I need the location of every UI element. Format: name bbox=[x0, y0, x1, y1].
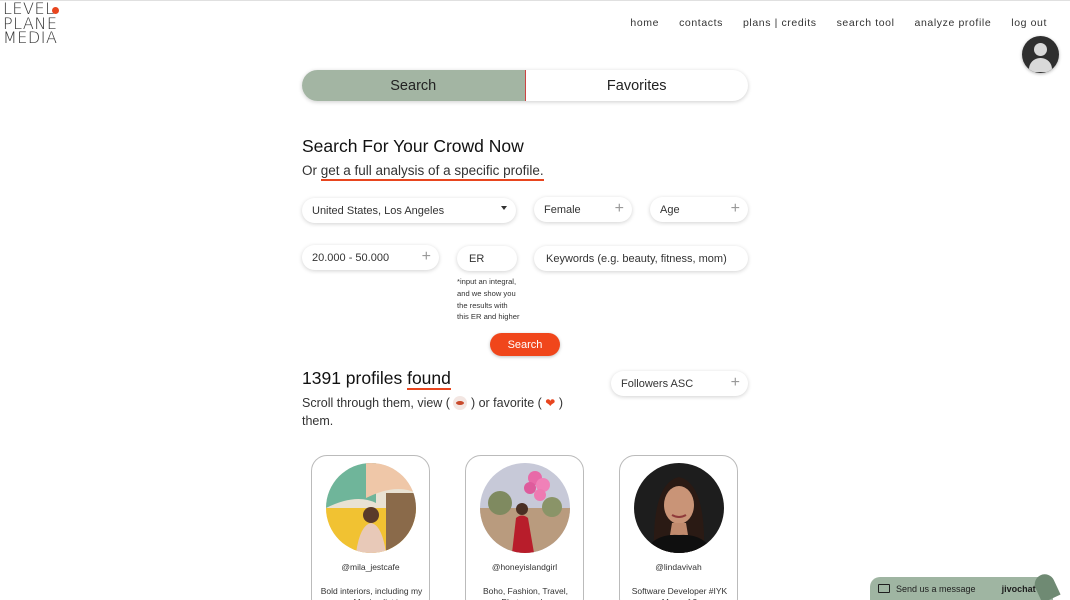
subheading: Or get a full analysis of a specific pro… bbox=[302, 163, 544, 181]
eye-icon bbox=[453, 396, 468, 410]
profile-bio: Boho, Fashion, Travel, Photography bbox=[482, 586, 569, 600]
gender-value: Female bbox=[544, 203, 581, 216]
chat-widget[interactable]: Send us a message jivochat bbox=[870, 577, 1053, 600]
chevron-down-icon bbox=[501, 206, 507, 210]
sort-select[interactable]: Followers ASC + bbox=[611, 371, 748, 396]
followers-value: 20.000 - 50.000 bbox=[312, 251, 390, 264]
gender-filter[interactable]: Female + bbox=[534, 197, 632, 222]
location-value: United States, Los Angeles bbox=[312, 204, 445, 217]
sort-value: Followers ASC bbox=[621, 377, 694, 390]
profile-handle: @mila_jestcafe bbox=[341, 562, 400, 572]
user-avatar-icon[interactable] bbox=[1022, 36, 1059, 73]
results-hint: Scroll through them, view ( ) or favorit… bbox=[302, 394, 592, 430]
search-button[interactable]: Search bbox=[490, 333, 560, 356]
profile-handle: @honeyislandgirl bbox=[491, 562, 558, 572]
profile-photo[interactable] bbox=[326, 463, 416, 553]
results-count: 1391 profiles found bbox=[302, 368, 451, 390]
search-favorites-tabs: Search Favorites bbox=[302, 70, 748, 101]
plus-icon: + bbox=[730, 200, 740, 217]
keywords-input[interactable]: Keywords (e.g. beauty, fitness, mom) bbox=[534, 246, 748, 271]
age-value: Age bbox=[660, 203, 680, 216]
age-filter[interactable]: Age + bbox=[650, 197, 748, 222]
location-select[interactable]: United States, Los Angeles bbox=[302, 198, 516, 223]
followers-filter[interactable]: 20.000 - 50.000 + bbox=[302, 245, 439, 270]
profile-card[interactable]: @mila_jestcafe Bold interiors, including… bbox=[311, 455, 430, 600]
plus-icon: + bbox=[614, 200, 624, 217]
keywords-placeholder: Keywords (e.g. beauty, fitness, mom) bbox=[546, 252, 727, 265]
logo[interactable]: LEVEL PLANE MEDIA bbox=[3, 1, 59, 47]
profile-card[interactable]: @lindavivah Software Developer #IYK Mom … bbox=[619, 455, 738, 600]
avatar-body bbox=[1029, 58, 1052, 72]
subheading-prefix: Or bbox=[302, 163, 321, 178]
logo-line-3: MEDIA bbox=[3, 28, 58, 47]
nav-contacts[interactable]: contacts bbox=[679, 17, 723, 29]
nav-log-out[interactable]: log out bbox=[1011, 17, 1047, 29]
chat-brand: jivochat bbox=[1001, 583, 1036, 594]
envelope-icon bbox=[878, 584, 890, 593]
nav-home[interactable]: home bbox=[630, 17, 659, 29]
profile-card[interactable]: @honeyislandgirl Boho, Fashion, Travel, … bbox=[465, 455, 584, 600]
profile-photo[interactable] bbox=[480, 463, 570, 553]
nav-search-tool[interactable]: search tool bbox=[837, 17, 895, 29]
profile-bio: Bold interiors, including my own. Maxima… bbox=[320, 586, 423, 600]
hint-part-1: Scroll through them, view ( bbox=[302, 396, 450, 410]
logo-dot-icon bbox=[52, 7, 59, 14]
er-input[interactable]: ER bbox=[457, 246, 517, 271]
profile-bio: Software Developer #IYK Mom of 2 bbox=[631, 586, 728, 600]
tab-search[interactable]: Search bbox=[302, 70, 526, 101]
hint-part-2: ) or favorite ( bbox=[470, 396, 542, 410]
er-placeholder: ER bbox=[469, 252, 485, 265]
main-nav: home contacts plans | credits search too… bbox=[630, 17, 1047, 29]
tab-favorites[interactable]: Favorites bbox=[526, 70, 749, 101]
heart-icon: ❤ bbox=[545, 396, 556, 410]
profile-photo[interactable] bbox=[634, 463, 724, 553]
plus-icon: + bbox=[730, 374, 740, 391]
profile-handle: @lindavivah bbox=[655, 562, 702, 572]
nav-analyze-profile[interactable]: analyze profile bbox=[915, 17, 992, 29]
top-border bbox=[0, 0, 1070, 1]
nav-plans-credits[interactable]: plans | credits bbox=[743, 17, 817, 29]
results-count-prefix: 1391 profiles bbox=[302, 368, 408, 388]
page-title: Search For Your Crowd Now bbox=[302, 136, 524, 156]
er-help-text: *input an integral, and we show you the … bbox=[457, 277, 520, 322]
plus-icon: + bbox=[421, 248, 431, 265]
avatar-head bbox=[1034, 43, 1047, 56]
analyze-profile-link[interactable]: get a full analysis of a specific profil… bbox=[320, 163, 544, 181]
results-count-highlight: found bbox=[407, 368, 451, 390]
chat-message-label: Send us a message bbox=[896, 583, 976, 594]
